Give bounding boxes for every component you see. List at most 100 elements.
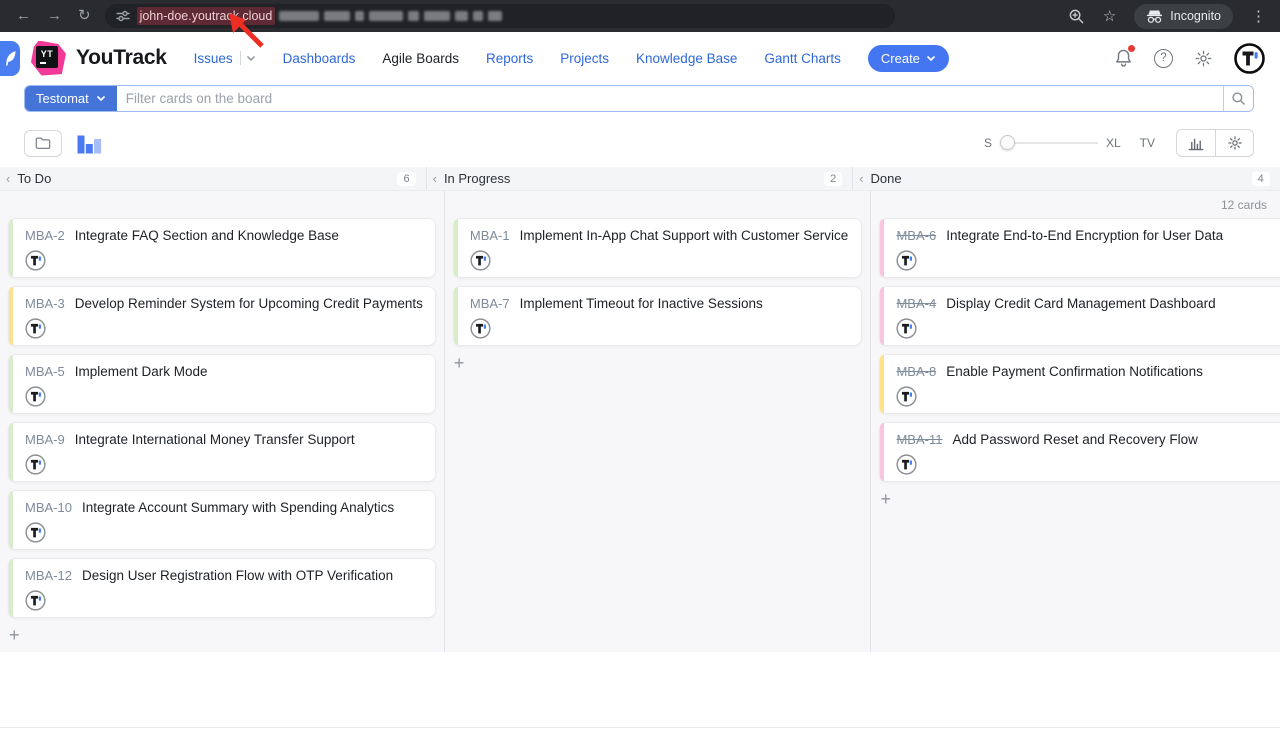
filter-cards-input[interactable] [117,86,1223,111]
browser-reload-button[interactable]: ↻ [78,0,91,32]
card-header-line: MBA-8 Enable Payment Confirmation Notific… [896,364,1277,379]
card-title[interactable]: Integrate FAQ Section and Knowledge Base [75,228,339,243]
site-info-icon[interactable] [115,8,131,24]
card-id[interactable]: MBA-10 [25,500,72,515]
card-priority-edge [9,559,13,617]
browser-menu-icon[interactable]: ⋮ [1251,7,1266,25]
card-id[interactable]: MBA-9 [25,432,65,447]
assignee-avatar[interactable] [25,250,46,271]
bar-chart-icon [77,132,102,155]
card-size-slider[interactable] [1002,142,1098,144]
browser-back-button[interactable]: ← [16,0,31,32]
board-settings-button[interactable] [1215,129,1254,157]
chevron-down-icon [96,95,106,102]
issue-card[interactable]: MBA-4 Display Credit Card Management Dash… [879,286,1280,346]
card-header-line: MBA-2 Integrate FAQ Section and Knowledge… [25,228,423,243]
chart-report-button[interactable] [1176,129,1215,157]
nav-item-issues[interactable]: Issues [194,51,233,66]
assignee-avatar[interactable] [896,250,917,271]
card-header-line: MBA-7 Implement Timeout for Inactive Sess… [470,296,850,311]
card-title[interactable]: Display Credit Card Management Dashboard [946,296,1215,311]
bookmark-star-icon[interactable]: ☆ [1103,7,1116,25]
slider-knob[interactable] [1000,135,1015,150]
issues-dropdown[interactable] [240,51,256,65]
chart-view-toggle[interactable] [77,132,102,155]
add-card-button[interactable]: + [9,626,27,644]
card-id[interactable]: MBA-3 [25,296,65,311]
board-selector-button[interactable]: Testomat [25,86,117,111]
column-count-badge: 2 [824,172,842,186]
nav-item-projects[interactable]: Projects [560,51,609,66]
assignee-avatar[interactable] [896,386,917,407]
assignee-avatar[interactable] [896,318,917,339]
assignee-avatar[interactable] [25,590,46,611]
histogram-icon [1188,136,1204,151]
sidebar-feather-button[interactable] [0,41,20,76]
card-title[interactable]: Add Password Reset and Recovery Flow [952,432,1197,447]
backlog-button[interactable] [24,130,62,157]
collapse-column-icon[interactable]: ‹ [859,171,863,186]
issue-card[interactable]: MBA-5 Implement Dark Mode [8,354,436,414]
tv-mode-button[interactable]: TV [1140,136,1155,150]
card-title[interactable]: Implement Dark Mode [75,364,208,379]
assignee-avatar[interactable] [470,318,491,339]
card-id[interactable]: MBA-1 [470,228,510,243]
card-title[interactable]: Design User Registration Flow with OTP V… [82,568,393,583]
feather-icon [4,50,17,67]
create-button[interactable]: Create [868,45,949,72]
card-title[interactable]: Implement In-App Chat Support with Custo… [520,228,849,243]
collapse-column-icon[interactable]: ‹ [6,171,10,186]
search-icon [1231,91,1246,106]
issue-card[interactable]: MBA-11 Add Password Reset and Recovery Fl… [879,422,1280,482]
card-priority-edge [9,287,13,345]
card-title[interactable]: Implement Timeout for Inactive Sessions [520,296,763,311]
collapse-column-icon[interactable]: ‹ [433,171,437,186]
issue-card[interactable]: MBA-10 Integrate Account Summary with Spe… [8,490,436,550]
card-title[interactable]: Integrate Account Summary with Spending … [82,500,394,515]
issue-card[interactable]: MBA-6 Integrate End-to-End Encryption for… [879,218,1280,278]
add-card-button[interactable]: + [454,354,472,372]
youtrack-logo[interactable]: YT [31,41,66,76]
add-card-button[interactable]: + [880,490,898,508]
help-button[interactable]: ? [1154,49,1173,68]
issue-card[interactable]: MBA-8 Enable Payment Confirmation Notific… [879,354,1280,414]
card-title[interactable]: Integrate End-to-End Encryption for User… [946,228,1223,243]
card-id[interactable]: MBA-8 [896,364,936,379]
user-avatar[interactable] [1234,43,1265,74]
nav-item-reports[interactable]: Reports [486,51,533,66]
zoom-icon[interactable] [1068,8,1085,25]
nav-item-dashboards[interactable]: Dashboards [283,51,356,66]
issue-card[interactable]: MBA-1 Implement In-App Chat Support with … [453,218,863,278]
card-id[interactable]: MBA-7 [470,296,510,311]
notifications-button[interactable] [1114,48,1133,68]
card-id[interactable]: MBA-2 [25,228,65,243]
assignee-avatar[interactable] [25,386,46,407]
card-id[interactable]: MBA-4 [896,296,936,311]
search-button[interactable] [1223,86,1253,111]
address-bar[interactable]: john-doe.youtrack.cloud [105,4,895,28]
assignee-avatar[interactable] [25,318,46,339]
nav-item-knowledge-base[interactable]: Knowledge Base [636,51,737,66]
browser-forward-button[interactable]: → [47,0,62,32]
issue-card[interactable]: MBA-7 Implement Timeout for Inactive Sess… [453,286,863,346]
card-id[interactable]: MBA-12 [25,568,72,583]
board-filter-bar: Testomat [24,85,1254,112]
issue-card[interactable]: MBA-2 Integrate FAQ Section and Knowledge… [8,218,436,278]
assignee-avatar[interactable] [470,250,491,271]
card-title[interactable]: Enable Payment Confirmation Notification… [946,364,1203,379]
assignee-avatar[interactable] [896,454,917,475]
assignee-avatar[interactable] [25,522,46,543]
issue-card[interactable]: MBA-12 Design User Registration Flow with… [8,558,436,618]
nav-item-agile-boards[interactable]: Agile Boards [382,51,459,66]
url-text[interactable]: john-doe.youtrack.cloud [137,7,276,25]
issue-card[interactable]: MBA-3 Develop Reminder System for Upcomin… [8,286,436,346]
card-id[interactable]: MBA-6 [896,228,936,243]
assignee-avatar[interactable] [25,454,46,475]
nav-item-gantt-charts[interactable]: Gantt Charts [764,51,841,66]
card-title[interactable]: Integrate International Money Transfer S… [75,432,355,447]
card-id[interactable]: MBA-11 [896,432,942,447]
card-title[interactable]: Develop Reminder System for Upcoming Cre… [75,296,423,311]
issue-card[interactable]: MBA-9 Integrate International Money Trans… [8,422,436,482]
card-id[interactable]: MBA-5 [25,364,65,379]
settings-button[interactable] [1194,49,1213,68]
